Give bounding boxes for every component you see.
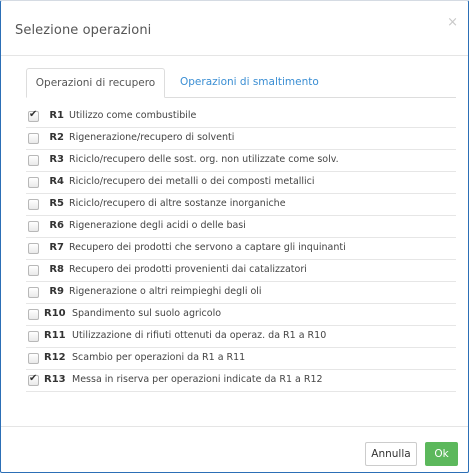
operation-description: Recupero dei prodotti che servono a capt… (69, 242, 346, 253)
checkbox-r13[interactable]: ✔ (28, 373, 39, 386)
checkbox-r7[interactable] (28, 243, 39, 254)
operations-dialog: Selezione operazioni × Operazioni di rec… (0, 0, 469, 473)
operation-code: R11 (44, 330, 66, 341)
checkbox-r10[interactable] (28, 309, 39, 320)
checkbox-r8[interactable] (28, 265, 39, 276)
operation-code: R12 (44, 352, 66, 363)
operation-code: R13 (44, 374, 66, 385)
operation-row-r9: R9 Rigenerazione o altri reimpieghi degli… (26, 282, 456, 304)
operation-description: Recupero dei prodotti provenienti dai ca… (69, 264, 307, 275)
operation-code: R2 (49, 132, 64, 143)
checkbox-r3[interactable] (28, 155, 39, 166)
operation-description: Scambio per operazioni da R1 a R11 (72, 352, 246, 363)
operation-description: Spandimento sul suolo agricolo (72, 308, 222, 319)
tab-bar: Operazioni di recupero Operazioni di sma… (26, 68, 456, 98)
operation-description: Utilizzazione di rifiuti ottenuti da ope… (72, 330, 327, 341)
checkbox-r4[interactable] (28, 177, 39, 188)
tab-smaltimento[interactable]: Operazioni di smaltimento (171, 68, 328, 96)
operation-description: Rigenerazione/recupero di solventi (69, 132, 235, 143)
operation-code: R5 (49, 198, 64, 209)
dialog-title: Selezione operazioni (15, 23, 152, 38)
checkbox-r5[interactable] (28, 199, 39, 210)
operation-row-r4: R4 Riciclo/recupero dei metalli o dei com… (26, 172, 456, 194)
operation-code: R6 (49, 220, 64, 231)
operation-row-r3: R3 Riciclo/recupero delle sost. org. non … (26, 150, 456, 172)
operation-description: Riciclo/recupero di altre sostanze inorg… (69, 198, 286, 209)
dialog-footer: Annulla Ok (1, 426, 468, 473)
operation-row-r7: R7 Recupero dei prodotti che servono a ca… (26, 238, 456, 260)
operation-code: R9 (49, 286, 64, 297)
operation-description: Rigenerazione degli acidi o delle basi (69, 220, 246, 231)
checkbox-r11[interactable] (28, 331, 39, 342)
checkbox-r2[interactable] (28, 133, 39, 144)
operation-description: Messa in riserva per operazioni indicate… (72, 374, 323, 385)
operation-code: R7 (49, 242, 64, 253)
operation-row-r6: R6 Rigenerazione degli acidi o delle basi (26, 216, 456, 238)
operation-code: R1 (49, 110, 64, 121)
operation-row-r2: R2 Rigenerazione/recupero di solventi (26, 128, 456, 150)
operation-description: Rigenerazione o altri reimpieghi degli o… (69, 286, 262, 297)
close-icon[interactable]: × (447, 15, 458, 30)
checkbox-r9[interactable] (28, 287, 39, 298)
operation-row-r10: R10 Spandimento sul suolo agricolo (26, 304, 456, 326)
operation-row-r8: R8 Recupero dei prodotti provenienti dai … (26, 260, 456, 282)
operation-description: Utilizzo come combustibile (69, 110, 197, 121)
operation-row-r1: ✔ R1 Utilizzo come combustibile (26, 106, 456, 128)
operation-row-r11: R11 Utilizzazione di rifiuti ottenuti da … (26, 326, 456, 348)
checkmark-icon: ✔ (29, 109, 38, 120)
operation-description: Riciclo/recupero dei metalli o dei compo… (69, 176, 315, 187)
cancel-button[interactable]: Annulla (365, 442, 417, 466)
operations-list: ✔ R1 Utilizzo come combustibile R2 Rigeneraz… (26, 106, 456, 392)
checkbox-r1[interactable]: ✔ (28, 109, 39, 122)
ok-button[interactable]: Ok (425, 442, 458, 466)
checkmark-icon: ✔ (29, 373, 38, 384)
dialog-header: Selezione operazioni × (1, 1, 468, 56)
operation-code: R3 (49, 154, 64, 165)
operation-code: R8 (49, 264, 64, 275)
operation-row-r12: R12 Scambio per operazioni da R1 a R11 (26, 348, 456, 370)
operation-description: Riciclo/recupero delle sost. org. non ut… (69, 154, 339, 165)
operation-row-r5: R5 Riciclo/recupero di altre sostanze ino… (26, 194, 456, 216)
operation-row-r13: ✔ R13 Messa in riserva per operazioni indi… (26, 370, 456, 392)
checkbox-r6[interactable] (28, 221, 39, 232)
tab-recupero[interactable]: Operazioni di recupero (26, 68, 165, 98)
operation-code: R10 (44, 308, 66, 319)
checkbox-r12[interactable] (28, 353, 39, 364)
operation-code: R4 (49, 176, 64, 187)
